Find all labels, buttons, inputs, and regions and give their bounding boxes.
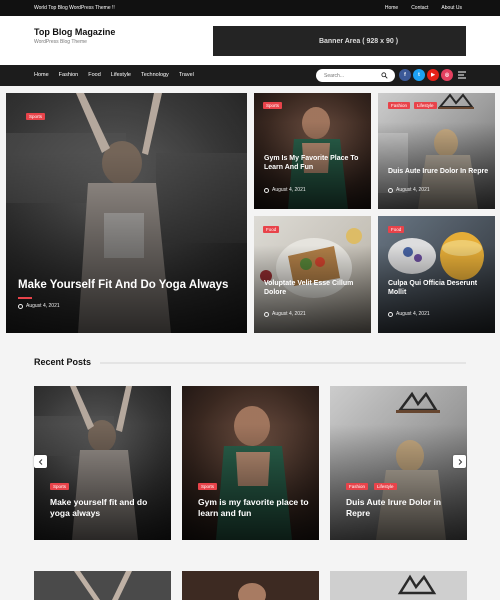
chevron-left-icon	[38, 458, 42, 465]
top-link-home[interactable]: Home	[385, 5, 398, 11]
category-badge[interactable]: Food	[388, 226, 405, 233]
featured-title[interactable]: Make Yourself Fit And Do Yoga Always	[18, 278, 238, 294]
featured-card-main[interactable]: Sports Make Yourself Fit And Do Yoga Alw…	[6, 93, 247, 333]
youtube-icon[interactable]: ▶	[427, 69, 439, 81]
banner-ad[interactable]: Banner Area ( 928 x 90 )	[213, 26, 466, 56]
facebook-icon[interactable]: f	[399, 69, 411, 81]
top-bar: World Top Blog WordPress Theme !! Home C…	[0, 0, 500, 16]
post-card-partial[interactable]	[182, 571, 319, 600]
featured-title[interactable]: Duis Aute Irure Dolor In Repre	[388, 167, 490, 176]
clock-icon	[18, 303, 23, 309]
recent-post-title[interactable]: Duis Aute Irure Dolor in Repre	[346, 497, 458, 520]
featured-card-5[interactable]: Food Culpa Qui Officia Deserunt Mollit A…	[378, 216, 495, 333]
category-badge[interactable]: Lifestyle	[374, 483, 397, 490]
top-links: Home Contact About Us	[385, 5, 462, 11]
nav-item-home[interactable]: Home	[34, 72, 49, 78]
featured-title[interactable]: Culpa Qui Officia Deserunt Mollit	[388, 279, 490, 298]
post-date-text: August 4, 2021	[272, 187, 306, 193]
carousel-next-button[interactable]	[453, 455, 466, 468]
search-icon[interactable]	[381, 72, 388, 79]
category-badge[interactable]: Fashion	[346, 483, 369, 490]
category-badge[interactable]: Food	[263, 226, 280, 233]
post-date-text: August 4, 2021	[272, 311, 306, 317]
carousel-prev-button[interactable]	[34, 455, 47, 468]
featured-card-2[interactable]: Sports Gym Is My Favorite Place To Learn…	[254, 93, 371, 209]
site-description: WordPress Blog Theme	[34, 39, 87, 45]
post-date-text: August 4, 2021	[396, 187, 430, 193]
category-badge[interactable]: Sports	[198, 483, 218, 490]
post-date: August 4, 2021	[264, 311, 306, 317]
post-date-text: August 4, 2021	[26, 303, 60, 309]
search-input[interactable]	[324, 72, 382, 79]
site-title[interactable]: Top Blog Magazine	[34, 27, 115, 37]
recent-post-card[interactable]: Fashion Lifestyle Duis Aute Irure Dolor …	[330, 386, 467, 540]
category-badge[interactable]: Fashion	[388, 102, 411, 109]
card-overlay	[6, 93, 247, 333]
search-box	[316, 69, 395, 82]
partial-image-lifestyle	[397, 574, 437, 595]
recent-post-title[interactable]: Gym is my favorite place to learn and fu…	[198, 497, 310, 520]
menu-toggle-icon[interactable]	[458, 71, 466, 79]
post-card-partial[interactable]	[34, 571, 171, 600]
category-badge[interactable]: Sports	[26, 113, 46, 120]
category-badge[interactable]: Sports	[50, 483, 70, 490]
featured-title[interactable]: Voluptate Velit Esse Cillum Dolore	[264, 279, 366, 298]
post-date: August 4, 2021	[388, 187, 430, 193]
nav-item-food[interactable]: Food	[88, 72, 101, 78]
post-date: August 4, 2021	[388, 311, 430, 317]
nav-item-fashion[interactable]: Fashion	[59, 72, 79, 78]
partial-image-yoga	[74, 571, 132, 600]
clock-icon	[388, 311, 393, 317]
clock-icon	[264, 187, 269, 193]
nav-item-lifestyle[interactable]: Lifestyle	[111, 72, 131, 78]
section-divider	[100, 362, 466, 364]
featured-card-4[interactable]: Food Voluptate Velit Esse Cillum Dolore …	[254, 216, 371, 333]
twitter-icon[interactable]: t	[413, 69, 425, 81]
post-date: August 4, 2021	[18, 303, 60, 309]
category-badge[interactable]: Sports	[263, 102, 283, 109]
recent-post-card[interactable]: Sports Gym is my favorite place to learn…	[182, 386, 319, 540]
nav-item-technology[interactable]: Technology	[141, 72, 169, 78]
banner-text: Banner Area ( 928 x 90 )	[318, 37, 399, 45]
featured-title[interactable]: Gym Is My Favorite Place To Learn And Fu…	[264, 154, 366, 173]
clock-icon	[388, 187, 393, 193]
title-underline	[18, 297, 32, 299]
section-title-recent-posts: Recent Posts	[34, 357, 92, 367]
instagram-icon[interactable]: ◎	[441, 69, 453, 81]
recent-post-card[interactable]: Sports Make yourself fit and do yoga alw…	[34, 386, 171, 540]
featured-card-3[interactable]: Fashion Lifestyle Duis Aute Irure Dolor …	[378, 93, 495, 209]
post-date-text: August 4, 2021	[396, 311, 430, 317]
top-link-about[interactable]: About Us	[441, 5, 462, 11]
nav-item-travel[interactable]: Travel	[179, 72, 194, 78]
clock-icon	[264, 311, 269, 317]
post-card-partial[interactable]	[330, 571, 467, 600]
top-link-contact[interactable]: Contact	[411, 5, 428, 11]
nav-menu: Home Fashion Food Lifestyle Technology T…	[34, 72, 194, 78]
recent-post-title[interactable]: Make yourself fit and do yoga always	[50, 497, 162, 520]
post-date: August 4, 2021	[264, 187, 306, 193]
main-nav: Home Fashion Food Lifestyle Technology T…	[0, 65, 500, 86]
category-badge[interactable]: Lifestyle	[414, 102, 437, 109]
site-tagline: World Top Blog WordPress Theme !!	[34, 5, 115, 11]
site-header: Top Blog Magazine WordPress Blog Theme B…	[0, 16, 500, 65]
chevron-right-icon	[458, 458, 462, 465]
partial-image-gym	[238, 583, 266, 600]
